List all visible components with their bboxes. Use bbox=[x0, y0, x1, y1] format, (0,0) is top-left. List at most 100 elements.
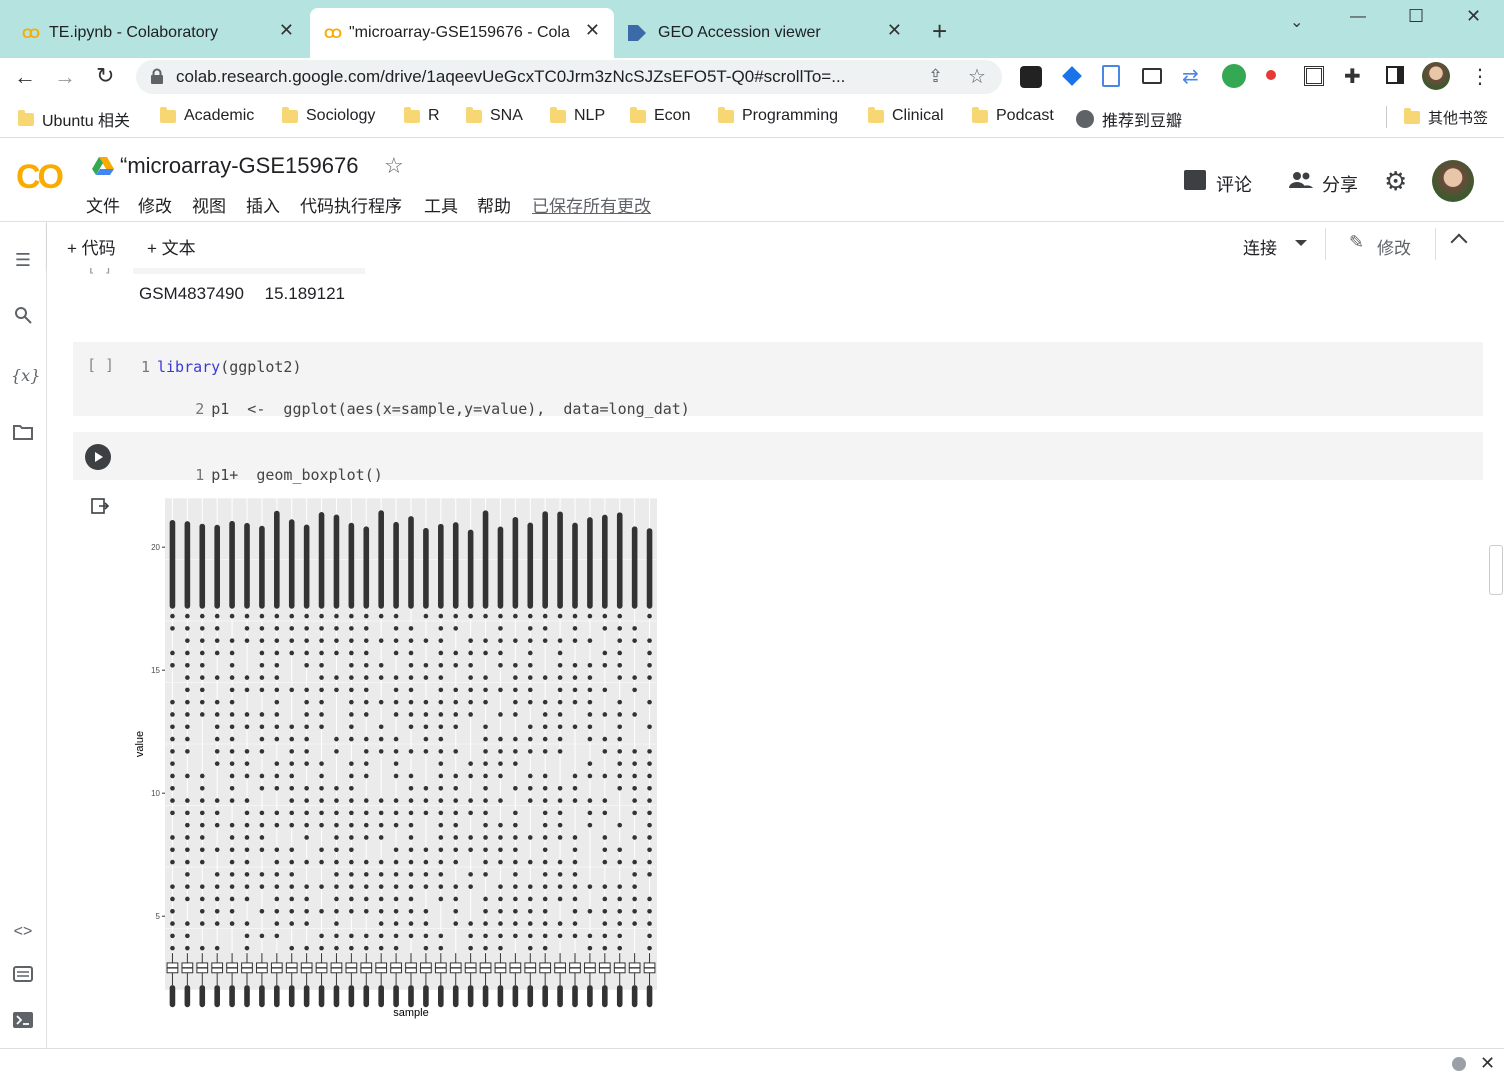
notebook-title[interactable]: “microarray-GSE159676 bbox=[120, 153, 358, 179]
forward-button[interactable]: → bbox=[54, 64, 76, 90]
code-line[interactable]: 2 p1 <- ggplot(aes(x=sample,y=value), dat… bbox=[141, 382, 690, 436]
pencil-icon[interactable]: ✎ bbox=[1349, 232, 1364, 253]
menu-edit[interactable]: 修改 bbox=[138, 192, 172, 217]
tab-search-chevron-icon[interactable]: ⌄ bbox=[1290, 12, 1303, 32]
bookmark-star-icon[interactable]: ☆ bbox=[968, 64, 986, 89]
puzzle-extensions-icon[interactable]: ✚ bbox=[1344, 64, 1361, 89]
extension-icon[interactable] bbox=[1222, 64, 1246, 88]
bookmark-item[interactable]: R bbox=[404, 106, 440, 125]
code-cell[interactable]: 1 p1+ geom_boxplot() bbox=[73, 432, 1483, 484]
scrollbar-thumb[interactable] bbox=[1489, 545, 1503, 595]
bookmark-item[interactable]: 推荐到豆瓣 bbox=[1076, 107, 1182, 131]
side-panel-icon[interactable] bbox=[1386, 66, 1404, 84]
folder-icon bbox=[550, 106, 566, 123]
menu-tools[interactable]: 工具 bbox=[424, 192, 458, 217]
table-of-contents-icon[interactable]: ☰ bbox=[11, 248, 35, 272]
variables-icon[interactable]: {x} bbox=[11, 364, 40, 388]
bookmark-item[interactable]: SNA bbox=[466, 106, 523, 125]
outlier-point bbox=[304, 638, 309, 643]
minimize-button[interactable]: — bbox=[1350, 8, 1366, 26]
terminal-icon[interactable] bbox=[11, 1010, 35, 1034]
tab-te-notebook[interactable]: CO TE.ipynb - Colaboratory ✕ bbox=[8, 8, 308, 58]
reload-button[interactable]: ↻ bbox=[96, 63, 114, 89]
outlier-point bbox=[349, 785, 354, 791]
bookmark-item[interactable]: Sociology bbox=[282, 106, 375, 125]
bookmark-item[interactable]: Econ bbox=[630, 106, 690, 125]
outlier-point bbox=[483, 798, 488, 803]
bookmark-item[interactable]: Clinical bbox=[868, 106, 944, 125]
connect-dropdown-icon[interactable] bbox=[1295, 240, 1307, 246]
user-avatar[interactable] bbox=[1432, 160, 1474, 202]
add-text-button[interactable]: + 文本 bbox=[147, 234, 196, 259]
menu-file[interactable]: 文件 bbox=[86, 192, 120, 217]
cell-run-indicator[interactable]: [ ] bbox=[87, 356, 114, 374]
star-notebook-icon[interactable]: ☆ bbox=[384, 153, 404, 179]
back-button[interactable]: ← bbox=[14, 64, 36, 90]
outlier-point bbox=[304, 810, 309, 816]
code-snippets-icon[interactable]: <> bbox=[11, 920, 35, 944]
picture-in-picture-icon[interactable] bbox=[1142, 68, 1162, 84]
extension-icon[interactable] bbox=[1266, 70, 1276, 80]
close-window-button[interactable]: ✕ bbox=[1466, 6, 1481, 27]
qr-code-icon[interactable] bbox=[1304, 66, 1324, 86]
outlier-cluster bbox=[467, 529, 474, 609]
extension-icon[interactable]: ⇄ bbox=[1182, 64, 1199, 89]
bookmark-item[interactable]: Podcast bbox=[972, 106, 1054, 125]
outlier-point bbox=[214, 896, 220, 902]
url-text[interactable]: colab.research.google.com/drive/1aqeevUe… bbox=[176, 67, 916, 87]
outlier-point bbox=[393, 736, 399, 742]
outlier-point bbox=[319, 810, 324, 816]
outlier-point bbox=[259, 884, 265, 889]
output-actions-icon[interactable] bbox=[91, 498, 110, 519]
prev-output-brackets: [ ] bbox=[87, 268, 113, 276]
saved-status-link[interactable]: 已保存所有更改 bbox=[532, 192, 651, 217]
outlier-point bbox=[229, 822, 235, 828]
outlier-point bbox=[438, 662, 444, 668]
browser-menu-icon[interactable]: ⋮ bbox=[1470, 64, 1490, 89]
bookmark-item[interactable]: Academic bbox=[160, 106, 254, 125]
other-bookmarks[interactable]: 其他书签 bbox=[1404, 107, 1488, 128]
profile-avatar[interactable] bbox=[1422, 62, 1450, 90]
close-tab-icon[interactable]: ✕ bbox=[585, 20, 600, 41]
folder-icon[interactable] bbox=[11, 422, 35, 446]
add-code-button[interactable]: + 代码 bbox=[67, 234, 116, 259]
site-info-icon[interactable] bbox=[150, 68, 164, 84]
tab-microarray-notebook[interactable]: CO "microarray-GSE159676 - Cola ✕ bbox=[310, 8, 614, 58]
outlier-point bbox=[527, 724, 533, 730]
close-tab-icon[interactable]: ✕ bbox=[887, 20, 902, 41]
outlier-point bbox=[572, 798, 578, 803]
extension-icon[interactable] bbox=[1020, 66, 1042, 88]
settings-gear-icon[interactable]: ⚙ bbox=[1384, 166, 1407, 197]
comment-button[interactable]: 评论 bbox=[1216, 171, 1252, 197]
bookmark-item[interactable]: NLP bbox=[550, 106, 605, 125]
collapse-chevron-icon[interactable] bbox=[1450, 233, 1468, 251]
maximize-button[interactable]: ☐ bbox=[1408, 6, 1424, 27]
share-page-icon[interactable]: ⇪ bbox=[928, 66, 943, 87]
close-statusbar-icon[interactable]: ✕ bbox=[1480, 1053, 1495, 1074]
run-cell-button[interactable] bbox=[85, 444, 111, 470]
outlier-point bbox=[617, 712, 623, 717]
connect-button[interactable]: 连接 bbox=[1243, 234, 1277, 259]
extension-icon[interactable] bbox=[1062, 66, 1082, 86]
code-line[interactable]: 1 library(ggplot2) bbox=[141, 358, 302, 376]
bookmark-item[interactable]: Programming bbox=[718, 106, 838, 125]
new-tab-button[interactable]: + bbox=[932, 16, 947, 47]
close-tab-icon[interactable]: ✕ bbox=[279, 20, 294, 41]
command-palette-icon[interactable] bbox=[11, 964, 35, 988]
comment-icon[interactable] bbox=[1184, 170, 1206, 190]
extension-icon[interactable] bbox=[1102, 65, 1120, 87]
search-icon[interactable] bbox=[11, 306, 35, 330]
outlier-point bbox=[453, 884, 459, 889]
address-bar[interactable]: colab.research.google.com/drive/1aqeevUe… bbox=[136, 60, 1002, 94]
menu-view[interactable]: 视图 bbox=[192, 192, 226, 217]
edit-button[interactable]: 修改 bbox=[1377, 234, 1411, 259]
code-cell[interactable]: [ ] 1 library(ggplot2) 2 p1 <- ggplot(aes(… bbox=[73, 342, 1483, 418]
bookmark-item[interactable]: Ubuntu 相关 bbox=[18, 107, 130, 131]
menu-insert[interactable]: 插入 bbox=[246, 192, 280, 217]
colab-logo[interactable]: CO bbox=[16, 158, 64, 197]
menu-runtime[interactable]: 代码执行程序 bbox=[300, 192, 402, 217]
tab-geo-viewer[interactable]: GEO Accession viewer ✕ bbox=[616, 8, 916, 58]
menu-help[interactable]: 帮助 bbox=[477, 192, 511, 217]
share-button[interactable]: 分享 bbox=[1322, 171, 1358, 197]
outlier-point bbox=[423, 724, 429, 730]
